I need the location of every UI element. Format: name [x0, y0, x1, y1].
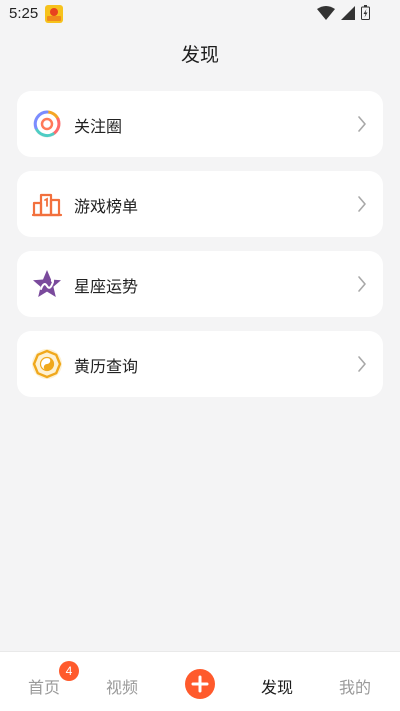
menu-item-game-ranking[interactable]: 游戏榜单: [17, 171, 383, 237]
menu-item-horoscope[interactable]: 星座运势: [17, 251, 383, 317]
follow-circle-icon: [33, 110, 61, 138]
bottom-tab-bar: 首页 4 视频 发现 我的: [0, 651, 400, 711]
add-button[interactable]: [185, 669, 215, 699]
tab-home[interactable]: 首页: [28, 674, 60, 698]
page-title: 发现: [180, 44, 219, 66]
battery-icon: [361, 5, 370, 20]
tab-discover[interactable]: 发现: [261, 674, 293, 698]
tab-me[interactable]: 我的: [339, 674, 371, 698]
notification-badge: 4: [59, 661, 79, 681]
menu-item-label: 关注圈: [74, 117, 123, 136]
menu-item-label: 黄历查询: [74, 357, 139, 376]
status-time: 5:25: [9, 5, 39, 22]
almanac-bagua-icon: [32, 349, 62, 379]
chevron-right-icon: [358, 116, 366, 132]
status-bar: 5:25: [0, 0, 400, 28]
menu-item-label: 游戏榜单: [74, 197, 139, 216]
status-icons: [317, 5, 370, 20]
menu-item-almanac[interactable]: 黄历查询: [17, 331, 383, 397]
app-notification-icon: [45, 5, 63, 23]
horoscope-star-icon: [33, 270, 61, 297]
wifi-icon: [317, 5, 335, 20]
add-icon: [191, 675, 209, 693]
signal-icon: [341, 5, 355, 20]
chevron-right-icon: [358, 196, 366, 212]
chevron-right-icon: [358, 276, 366, 292]
menu-item-follow-circle[interactable]: 关注圈: [17, 91, 383, 157]
menu-item-label: 星座运势: [74, 277, 139, 296]
tab-video[interactable]: 视频: [106, 674, 138, 698]
chevron-right-icon: [358, 356, 366, 372]
game-ranking-icon: [31, 193, 63, 217]
